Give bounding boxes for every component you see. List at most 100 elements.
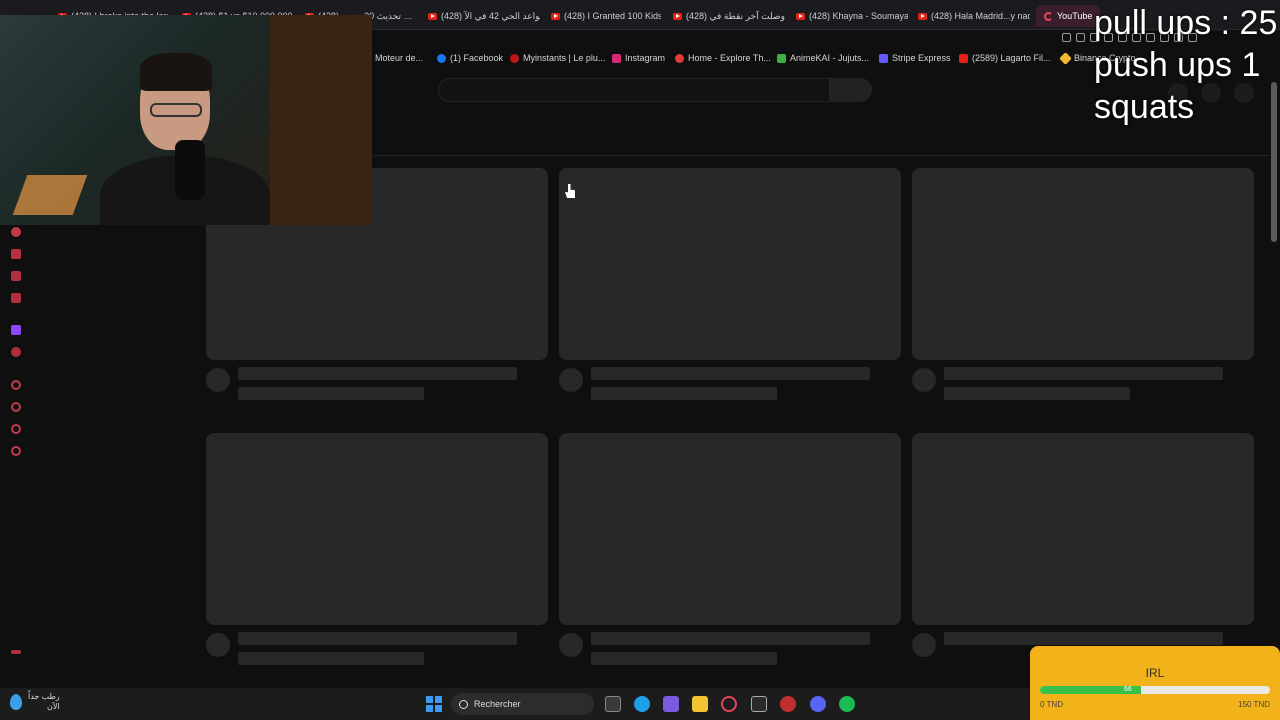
weather-condition: رطب جداً xyxy=(28,692,60,701)
facebook-icon xyxy=(437,53,446,63)
bookmark-item[interactable]: Moteur de... xyxy=(375,53,423,63)
title-skeleton xyxy=(944,632,1223,645)
channel-avatar-skeleton xyxy=(912,368,936,392)
title-skeleton xyxy=(238,632,517,645)
glasses xyxy=(150,103,202,117)
taskbar-search[interactable]: Rechercher xyxy=(451,693,594,715)
search-button[interactable] xyxy=(830,78,872,102)
meta-skeleton xyxy=(238,387,424,400)
spotify-icon[interactable] xyxy=(839,696,855,712)
bookmark-item[interactable]: Stripe Express xyxy=(879,53,951,63)
channel-avatar-skeleton xyxy=(912,633,936,657)
meta-skeleton xyxy=(591,387,777,400)
push-ups-counter: push ups 1 xyxy=(1094,46,1261,84)
windows-start-icon[interactable] xyxy=(426,696,442,712)
explore-icon xyxy=(675,53,684,63)
browser-tab[interactable]: (428) Hala Madrid...y nad xyxy=(918,8,1030,24)
donation-goal-widget: IRL 66 0 TND 150 TND xyxy=(1030,646,1280,720)
streamer-hair xyxy=(140,53,212,91)
humidity-icon xyxy=(10,694,22,710)
meta-skeleton xyxy=(944,387,1130,400)
task-view-icon[interactable] xyxy=(605,696,621,712)
bookmark-item[interactable]: Instagram xyxy=(612,53,665,63)
mail-icon[interactable] xyxy=(11,293,21,303)
channel-avatar-skeleton xyxy=(559,633,583,657)
pull-ups-counter: pull ups : 25 xyxy=(1094,4,1278,42)
goal-min-label: 0 TND xyxy=(1040,700,1063,709)
video-thumbnail-skeleton[interactable] xyxy=(912,168,1254,360)
screen: (428) I broke into the larg… (428) $1 vs… xyxy=(0,0,1280,720)
stripe-icon xyxy=(879,53,888,63)
windows-taskbar: رطب جداً الآن Rechercher xyxy=(0,688,1030,720)
channel-avatar-skeleton xyxy=(206,633,230,657)
goal-title: IRL xyxy=(1145,666,1165,680)
vk-icon[interactable] xyxy=(11,347,21,357)
refresh-icon[interactable] xyxy=(11,227,21,237)
sidebar xyxy=(0,225,32,685)
title-skeleton xyxy=(591,367,870,380)
bookmark-item[interactable]: AnimeKAI - Jujuts... xyxy=(777,53,869,63)
youtube-icon xyxy=(428,12,437,20)
meta-skeleton xyxy=(238,652,424,665)
chat-icon[interactable] xyxy=(11,424,21,434)
browser-tab[interactable]: (428) وصلت آخر نقطة في xyxy=(673,8,785,24)
browser-tab-active[interactable]: YouTube xyxy=(1036,5,1101,27)
title-skeleton xyxy=(238,367,517,380)
history-icon[interactable] xyxy=(11,402,21,412)
youtube-icon xyxy=(959,53,968,63)
bookmark-item[interactable]: (2589) Lagarto Fil... xyxy=(959,53,1051,63)
goal-max-label: 150 TND xyxy=(1238,700,1270,709)
search-input[interactable] xyxy=(438,78,830,102)
browser-tab[interactable]: (428) قواعد الحي 42 في الآ xyxy=(428,8,540,24)
title-skeleton xyxy=(591,632,870,645)
youtube-icon xyxy=(796,12,805,20)
browser-tab[interactable]: (428) Khayna - Soumaya xyxy=(796,8,908,24)
messenger-icon[interactable] xyxy=(11,271,21,281)
discord-icon[interactable] xyxy=(810,696,826,712)
animekai-icon xyxy=(777,53,786,63)
youtube-icon xyxy=(673,12,682,20)
goal-current-value: 66 xyxy=(1124,686,1132,693)
screenshot-icon[interactable] xyxy=(1076,32,1085,42)
channel-avatar-skeleton xyxy=(206,368,230,392)
instagram-icon xyxy=(612,53,621,63)
store-icon[interactable] xyxy=(751,696,767,712)
play-icon[interactable] xyxy=(11,380,21,390)
webcam-feed xyxy=(0,15,372,225)
youtube-icon xyxy=(918,12,927,20)
app-icon[interactable] xyxy=(780,696,796,712)
background-door xyxy=(270,15,372,225)
file-explorer-icon[interactable] xyxy=(692,696,708,712)
bookmark-item[interactable]: Myinstants | Le plu... xyxy=(510,53,605,63)
exercise-counter-overlay: pull ups : 25 push ups 1 squats xyxy=(1094,2,1278,128)
bookmark-item[interactable]: Home - Explore Th... xyxy=(675,53,771,63)
video-thumbnail-skeleton[interactable] xyxy=(559,168,901,360)
microphone xyxy=(175,140,205,200)
binance-icon xyxy=(1059,51,1072,65)
twitch-icon[interactable] xyxy=(11,325,21,335)
channel-avatar-skeleton xyxy=(559,368,583,392)
settings-icon[interactable] xyxy=(11,446,21,456)
video-thumbnail-skeleton[interactable] xyxy=(206,433,548,625)
sidebar-app-icon[interactable] xyxy=(11,249,21,259)
meta-skeleton xyxy=(591,652,777,665)
weather-time: الآن xyxy=(47,702,60,711)
squats-counter: squats xyxy=(1094,88,1195,126)
video-thumbnail-skeleton[interactable] xyxy=(559,433,901,625)
microsoft365-icon[interactable] xyxy=(663,696,679,712)
bookmark-icon[interactable] xyxy=(1062,32,1071,42)
gx-icon[interactable] xyxy=(11,650,21,654)
youtube-icon xyxy=(551,12,560,20)
browser-tab[interactable]: (428) I Granted 100 Kids xyxy=(551,8,661,24)
myinstants-icon xyxy=(510,53,519,63)
goal-progress-track xyxy=(1040,686,1270,694)
title-skeleton xyxy=(944,367,1223,380)
edge-icon[interactable] xyxy=(634,696,650,712)
video-thumbnail-skeleton[interactable] xyxy=(912,433,1254,625)
opera-gx-icon[interactable] xyxy=(721,696,737,712)
loading-icon xyxy=(1044,11,1053,21)
background-lamp xyxy=(12,175,88,215)
weather-widget[interactable]: رطب جداً الآن xyxy=(10,692,60,712)
search-icon xyxy=(459,699,468,709)
bookmark-item[interactable]: (1) Facebook xyxy=(437,53,503,63)
